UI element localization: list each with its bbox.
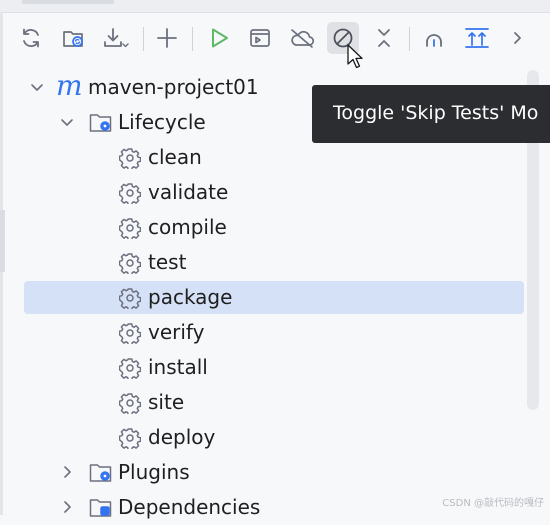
- tree-node-phase-verify[interactable]: verify: [0, 315, 530, 350]
- selection-highlight: [24, 281, 524, 314]
- gear-icon: [119, 218, 141, 239]
- gear-icon: [119, 393, 141, 414]
- tree-node-phase-test[interactable]: test: [0, 245, 530, 280]
- gear-icon: [119, 148, 141, 169]
- toolbar-separator: [192, 27, 193, 51]
- offline-mode-icon: [291, 29, 315, 48]
- reload-button[interactable]: [15, 22, 47, 54]
- show-diagram-button[interactable]: [461, 22, 493, 54]
- watermark: CSDN @敲代码的嘎仔: [442, 498, 544, 509]
- tree-node-phase-site[interactable]: site: [0, 385, 530, 420]
- phase-label: validate: [148, 180, 229, 204]
- tree-node-phase-validate[interactable]: validate: [0, 175, 530, 210]
- phase-label: clean: [148, 145, 202, 169]
- skip-tests-tooltip: Toggle 'Skip Tests' Mo: [312, 85, 550, 143]
- run-icon: [212, 28, 228, 48]
- gear-icon: [119, 183, 141, 204]
- phase-label: deploy: [148, 425, 216, 449]
- gear-icon: [119, 428, 141, 449]
- toolbar-separator: [143, 27, 144, 51]
- tree-node-phase-package[interactable]: package: [0, 280, 530, 315]
- add-button[interactable]: [151, 22, 183, 54]
- chevron-right-icon[interactable]: [59, 464, 75, 480]
- window-title-strip: [0, 0, 550, 13]
- tree-node-phase-deploy[interactable]: deploy: [0, 420, 530, 455]
- execute-goal-button[interactable]: [244, 22, 276, 54]
- collapse-all-icon: [378, 29, 390, 47]
- maven-toolbar: [0, 18, 550, 62]
- tree-node-plugins[interactable]: Plugins: [0, 455, 530, 490]
- analyze-dependencies-icon: [426, 34, 442, 47]
- lifecycle-label: Lifecycle: [118, 110, 206, 134]
- execute-goal-icon: [250, 29, 270, 47]
- toolbar-separator: [409, 27, 410, 51]
- more-actions-button[interactable]: [506, 22, 530, 54]
- phase-label: compile: [148, 215, 227, 239]
- mouse-cursor-icon: [347, 44, 363, 69]
- lifecycle-folder-icon: [89, 114, 112, 132]
- phase-label: install: [148, 355, 208, 379]
- chevron-down-icon[interactable]: [59, 114, 75, 130]
- generate-sources-icon: [63, 31, 83, 47]
- maven-module-icon: m: [56, 69, 83, 102]
- more-chevron-icon: [514, 32, 521, 44]
- gear-icon: [119, 288, 141, 309]
- dependencies-label: Dependencies: [118, 495, 261, 519]
- gear-icon: [119, 253, 141, 274]
- phase-label: test: [148, 250, 187, 274]
- collapse-all-button[interactable]: [368, 22, 400, 54]
- phase-label: package: [148, 285, 233, 309]
- offline-mode-button[interactable]: [286, 22, 318, 54]
- title-remnant: [22, 0, 114, 4]
- show-diagram-icon: [465, 28, 489, 48]
- download-icon: [104, 28, 129, 48]
- analyze-dependencies-button[interactable]: [418, 22, 450, 54]
- run-button[interactable]: [203, 22, 235, 54]
- tree-node-phase-clean[interactable]: clean: [0, 140, 530, 175]
- add-icon: [157, 28, 177, 48]
- plugins-folder-icon: [89, 464, 112, 482]
- gear-icon: [119, 323, 141, 344]
- tree-node-phase-install[interactable]: install: [0, 350, 530, 385]
- phase-label: site: [148, 390, 185, 414]
- chevron-right-icon[interactable]: [59, 499, 75, 515]
- plugins-label: Plugins: [118, 460, 190, 484]
- dependencies-folder-icon: [89, 499, 112, 517]
- project-label: maven-project01: [88, 75, 259, 99]
- phase-label: verify: [148, 320, 205, 344]
- chevron-down-icon[interactable]: [29, 79, 45, 95]
- gear-icon: [119, 358, 141, 379]
- download-button[interactable]: [100, 22, 132, 54]
- reload-icon: [23, 28, 39, 48]
- tree-node-phase-compile[interactable]: compile: [0, 210, 530, 245]
- generate-sources-button[interactable]: [58, 22, 90, 54]
